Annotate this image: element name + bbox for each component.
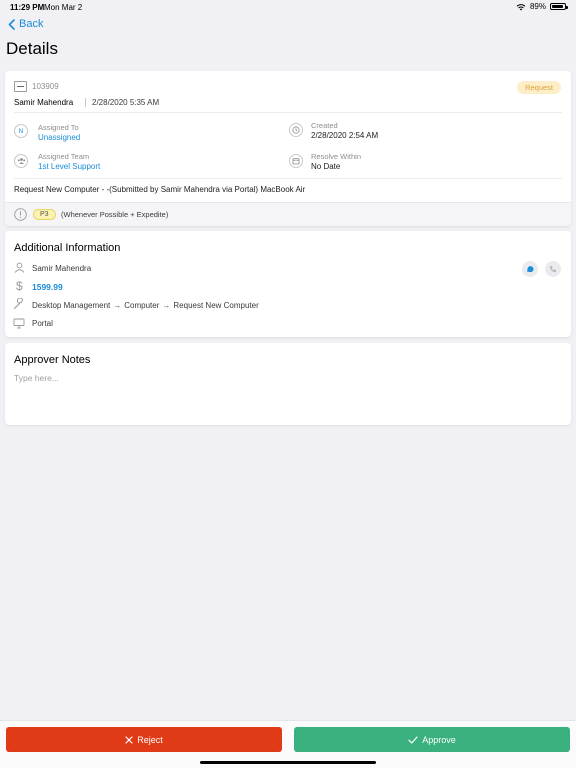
calendar-icon [289,154,303,168]
created-label: Created [311,121,338,130]
additional-info-card: Additional Information Samir Mahendra $ … [5,231,571,337]
divider [85,98,86,107]
reject-label: Reject [137,734,163,745]
approve-label: Approve [422,734,456,745]
reject-button[interactable]: Reject [6,727,282,752]
person-icon [14,262,25,273]
back-label: Back [19,18,44,30]
ticket-logo-icon [14,81,27,92]
approver-notes-input[interactable] [14,373,554,417]
ticket-description: Request New Computer - -(Submitted by Sa… [14,185,306,194]
approver-notes-card: Approver Notes [5,343,571,425]
chat-button[interactable] [522,261,538,277]
amount-value: 1599.99 [32,282,63,292]
home-indicator[interactable] [200,761,376,764]
divider [14,112,562,113]
assignee-avatar: N [14,124,28,138]
status-right: 89% [516,2,568,11]
approve-button[interactable]: Approve [294,727,570,752]
assigned-to-value[interactable]: Unassigned [38,133,80,142]
team-icon [14,154,28,168]
status-bar: 11:29 PM Mon Mar 2 89% [0,0,576,14]
battery-percent: 89% [529,2,546,11]
clock-icon [289,123,303,137]
contact-name: Samir Mahendra [32,264,92,273]
ticket-id: 103909 [32,82,59,91]
action-bar: Reject Approve [0,720,576,768]
approver-notes-title: Approver Notes [14,354,91,366]
source-value: Portal [32,319,53,328]
requester-name: Samir Mahendra [14,98,74,107]
category-path: Desktop Management → Computer → Request New … [32,301,259,310]
priority-badge: P3 [33,209,56,220]
ticket-type-badge: Request [517,81,561,94]
request-date: 2/28/2020 5:35 AM [92,98,160,107]
chevron-left-icon [8,18,15,30]
category-level-3: Request New Computer [173,301,259,310]
call-button[interactable] [545,261,561,277]
assigned-team-label: Assigned Team [38,152,90,161]
back-button[interactable]: Back [8,18,43,30]
priority-text: (Whenever Possible + Expedite) [61,210,169,219]
monitor-icon [13,318,25,329]
ticket-summary-card[interactable]: 103909 Request Samir Mahendra 2/28/2020 … [5,71,571,226]
wifi-icon [516,3,526,10]
arrow-right-icon: → [113,301,122,310]
battery-fill [552,5,563,8]
divider [14,178,562,179]
dollar-icon: $ [16,279,23,293]
status-time: 11:29 PM [10,3,45,12]
phone-icon [549,266,556,273]
close-icon [125,735,133,744]
category-level-2: Computer [124,301,160,310]
category-level-1: Desktop Management [32,301,111,310]
priority-row: P3 (Whenever Possible + Expedite) [5,202,571,226]
wrench-icon [13,298,24,310]
resolve-within-label: Resolve Within [311,152,362,161]
chat-bubble-icon [527,266,534,273]
assigned-to-label: Assigned To [38,123,79,132]
arrow-right-icon: → [162,301,171,310]
checkmark-icon [408,735,418,744]
status-date: Mon Mar 2 [44,3,83,12]
navigation-bar: Back Details [0,14,576,68]
alert-icon [14,208,27,221]
page-title: Details [6,39,58,58]
resolve-within-value: No Date [311,162,341,171]
assigned-team-value[interactable]: 1st Level Support [38,162,100,171]
additional-info-title: Additional Information [14,242,121,254]
battery-icon [550,3,568,10]
created-value: 2/28/2020 2:54 AM [311,131,379,140]
